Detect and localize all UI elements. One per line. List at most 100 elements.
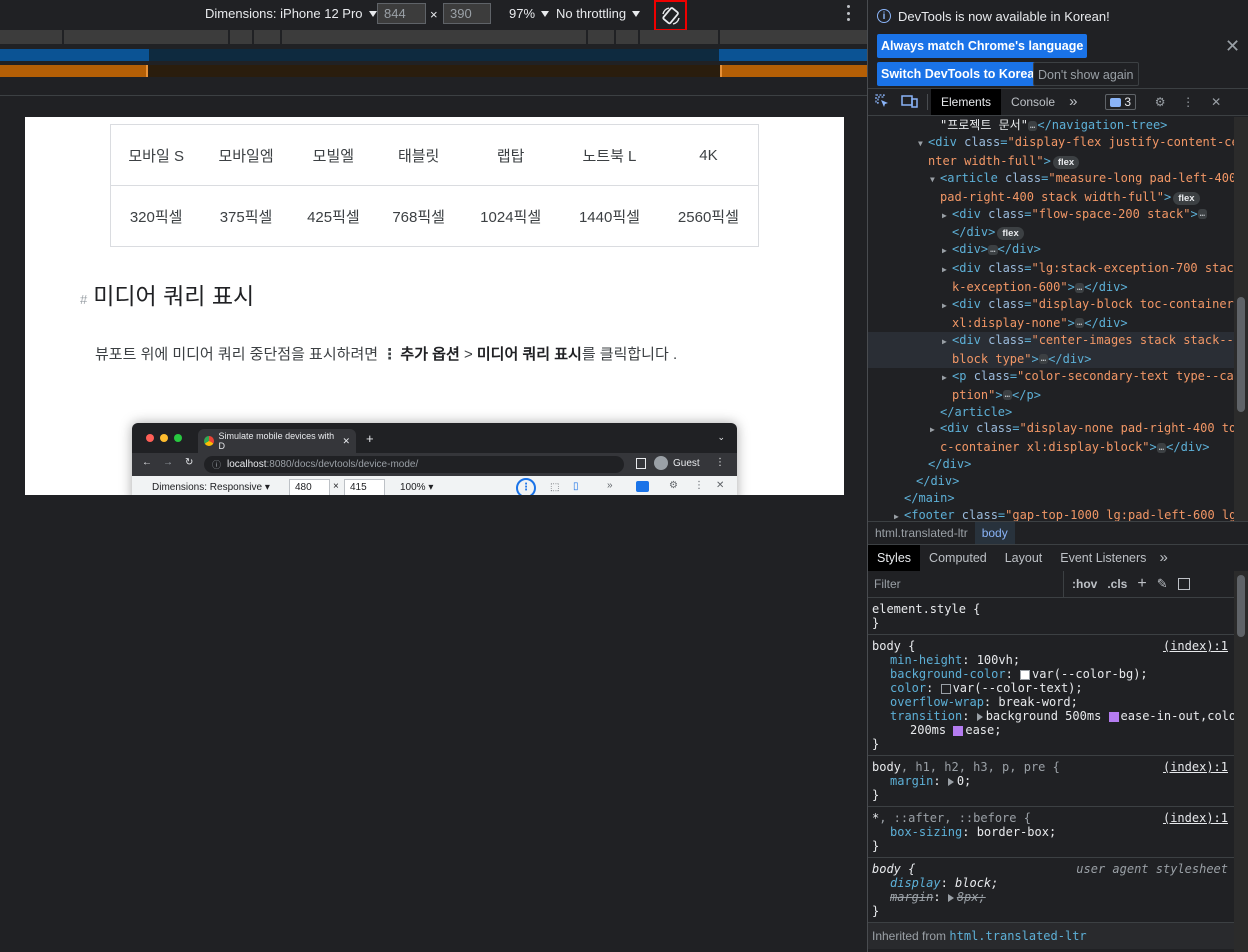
styles-scrollbar[interactable] xyxy=(1234,571,1248,952)
media-query-segment[interactable] xyxy=(616,30,639,44)
expand-ellipsis-button[interactable]: … xyxy=(1074,282,1085,293)
heading-anchor-link[interactable]: # xyxy=(80,292,87,307)
dont-show-again-button[interactable]: Don't show again xyxy=(1033,62,1139,86)
close-icon[interactable]: ✕ xyxy=(1202,95,1230,109)
dom-tree-node[interactable]: block type">… </div> xyxy=(868,350,1234,368)
toggle-sidebar-icon[interactable] xyxy=(1177,578,1190,590)
media-query-segment[interactable] xyxy=(229,30,252,44)
dom-tree-node[interactable]: </div> xyxy=(868,456,1234,473)
device-width-input[interactable]: 844 xyxy=(377,3,426,24)
dom-tree-node[interactable]: ▶ <footer class="gap-top-1000 lg:pad-left… xyxy=(868,507,1234,521)
style-declaration[interactable]: background-color: var(--color-bg); xyxy=(872,667,1230,681)
flex-badge[interactable]: flex xyxy=(1052,155,1080,169)
css-value[interactable]: break-word; xyxy=(998,695,1077,709)
media-query-segment[interactable] xyxy=(720,65,868,77)
dom-tree-node[interactable]: ▼ <article class="measure-long pad-left-4… xyxy=(868,170,1234,189)
rotate-button[interactable] xyxy=(654,0,687,31)
color-swatch-icon[interactable] xyxy=(1020,669,1031,680)
media-query-segment[interactable] xyxy=(640,30,718,44)
dom-tree-node[interactable]: k-exception-600">… </div> xyxy=(868,279,1234,296)
dom-tree-node[interactable]: nter width-full"> flex xyxy=(868,153,1234,170)
css-property[interactable]: overflow-wrap xyxy=(890,695,984,709)
media-query-segment[interactable] xyxy=(719,49,868,61)
rule-selector[interactable]: element.style { xyxy=(872,602,1230,616)
tab-styles[interactable]: Styles xyxy=(868,545,921,571)
css-value[interactable]: background 500ms xyxy=(986,709,1102,723)
css-property[interactable]: transition xyxy=(890,709,962,723)
tab-console[interactable]: Console xyxy=(1001,89,1065,115)
dom-tree-node[interactable]: </div> xyxy=(868,473,1234,490)
css-property[interactable]: color xyxy=(890,681,926,695)
css-value[interactable]: ease; xyxy=(965,723,1001,737)
issues-counter-button[interactable]: 3 xyxy=(1105,94,1137,110)
breadcrumb-item-body[interactable]: body xyxy=(974,521,1015,544)
more-tabs-icon[interactable]: » xyxy=(1065,89,1081,115)
css-property[interactable]: margin xyxy=(890,774,933,788)
dom-tree-node[interactable]: ption">… </p> xyxy=(868,387,1234,404)
style-declaration[interactable]: margin: 0; xyxy=(872,774,1230,788)
css-value[interactable]: 200ms xyxy=(910,723,946,737)
dom-tree-node[interactable]: ▶ <div class="display-block toc-container xyxy=(868,296,1234,315)
class-toggle-button[interactable]: .cls xyxy=(1107,577,1127,591)
style-declaration[interactable]: box-sizing: border-box; xyxy=(872,825,1230,839)
dom-tree-scrollbar[interactable] xyxy=(1234,117,1248,521)
throttling-dropdown[interactable]: No throttling xyxy=(556,6,641,21)
rule-source-link[interactable]: (index):1 xyxy=(1163,760,1228,774)
paint-brush-icon[interactable]: ✎ xyxy=(1157,576,1168,592)
dom-tree-node[interactable]: "프로젝트 문서"… </navigation-tree> xyxy=(868,117,1234,134)
flex-badge[interactable]: flex xyxy=(997,227,1024,241)
css-property[interactable]: background-color xyxy=(890,667,1006,681)
scrollbar-thumb[interactable] xyxy=(1237,575,1245,637)
media-query-segment[interactable] xyxy=(63,30,228,44)
dom-tree-node[interactable]: ▶ <div class="display-none pad-right-400 … xyxy=(868,420,1234,439)
scrollbar-thumb[interactable] xyxy=(1237,297,1245,412)
tab-event-listeners[interactable]: Event Listeners xyxy=(1051,545,1155,571)
media-query-segment[interactable] xyxy=(253,30,280,44)
more-options-icon[interactable]: ⋮ xyxy=(1174,95,1202,109)
expand-triangle-icon[interactable]: ▶ xyxy=(894,509,904,521)
style-declaration[interactable]: color: var(--color-text); xyxy=(872,681,1230,695)
expand-triangle-icon[interactable] xyxy=(947,777,954,786)
gear-icon[interactable]: ⚙ xyxy=(1146,95,1174,109)
expand-ellipsis-button[interactable]: … xyxy=(1038,354,1049,365)
media-query-segment[interactable] xyxy=(281,30,587,44)
device-toolbar-toggle-icon[interactable] xyxy=(896,93,924,112)
dom-tree-node[interactable]: ▶ <p class="color-secondary-text type--ca xyxy=(868,368,1234,387)
tab-layout[interactable]: Layout xyxy=(996,545,1052,571)
expand-triangle-icon[interactable]: ▶ xyxy=(942,298,952,315)
breadcrumb-item-html[interactable]: html.translated-ltr xyxy=(868,522,975,544)
media-query-segment[interactable] xyxy=(0,49,149,61)
flex-badge[interactable]: flex xyxy=(1173,191,1200,205)
dom-tree-node[interactable]: c-container xl:display-block">… </div> xyxy=(868,439,1234,456)
inherited-element-link[interactable]: html.translated-ltr xyxy=(949,929,1086,943)
expand-triangle-icon[interactable]: ▶ xyxy=(942,370,952,387)
style-declaration[interactable]: min-height: 100vh; xyxy=(872,653,1230,667)
switch-to-korean-button[interactable]: Switch DevTools to Korean xyxy=(877,62,1046,86)
more-tabs-icon[interactable]: » xyxy=(1155,545,1171,571)
dom-tree-node[interactable]: </article> xyxy=(868,404,1234,421)
expand-ellipsis-button[interactable]: … xyxy=(988,244,998,255)
css-property[interactable]: box-sizing xyxy=(890,825,962,839)
dom-tree-node[interactable]: ▶ <div class="center-images stack stack-- xyxy=(868,331,1234,351)
device-dimensions-dropdown[interactable]: Dimensions: iPhone 12 Pro xyxy=(205,6,377,21)
dom-tree-node[interactable]: </div> flex xyxy=(868,224,1234,241)
css-value[interactable]: border-box; xyxy=(977,825,1056,839)
hover-state-button[interactable]: :hov xyxy=(1072,577,1097,591)
tab-computed[interactable]: Computed xyxy=(920,545,996,571)
styles-filter-input[interactable]: Filter xyxy=(868,570,1064,598)
tab-elements[interactable]: Elements xyxy=(931,89,1002,115)
collapse-triangle-icon[interactable]: ▼ xyxy=(930,172,940,189)
expand-ellipsis-button[interactable]: … xyxy=(1156,442,1167,453)
expand-ellipsis-button[interactable]: … xyxy=(1002,390,1013,401)
css-value[interactable]: 0; xyxy=(957,774,971,788)
color-swatch-icon[interactable] xyxy=(940,683,951,694)
rule-source-link[interactable]: (index):1 xyxy=(1163,639,1228,653)
css-value[interactable]: 100vh; xyxy=(977,653,1020,667)
style-declaration[interactable]: overflow-wrap: break-word; xyxy=(872,695,1230,709)
expand-triangle-icon[interactable]: ▶ xyxy=(942,243,952,260)
easing-editor-icon[interactable] xyxy=(953,725,964,736)
dom-tree-node[interactable]: pad-right-400 stack width-full"> flex xyxy=(868,189,1234,206)
css-value[interactable]: var(--color-bg); xyxy=(1032,667,1148,681)
collapse-triangle-icon[interactable]: ▼ xyxy=(918,136,928,153)
expand-ellipsis-button[interactable]: … xyxy=(1074,318,1085,329)
